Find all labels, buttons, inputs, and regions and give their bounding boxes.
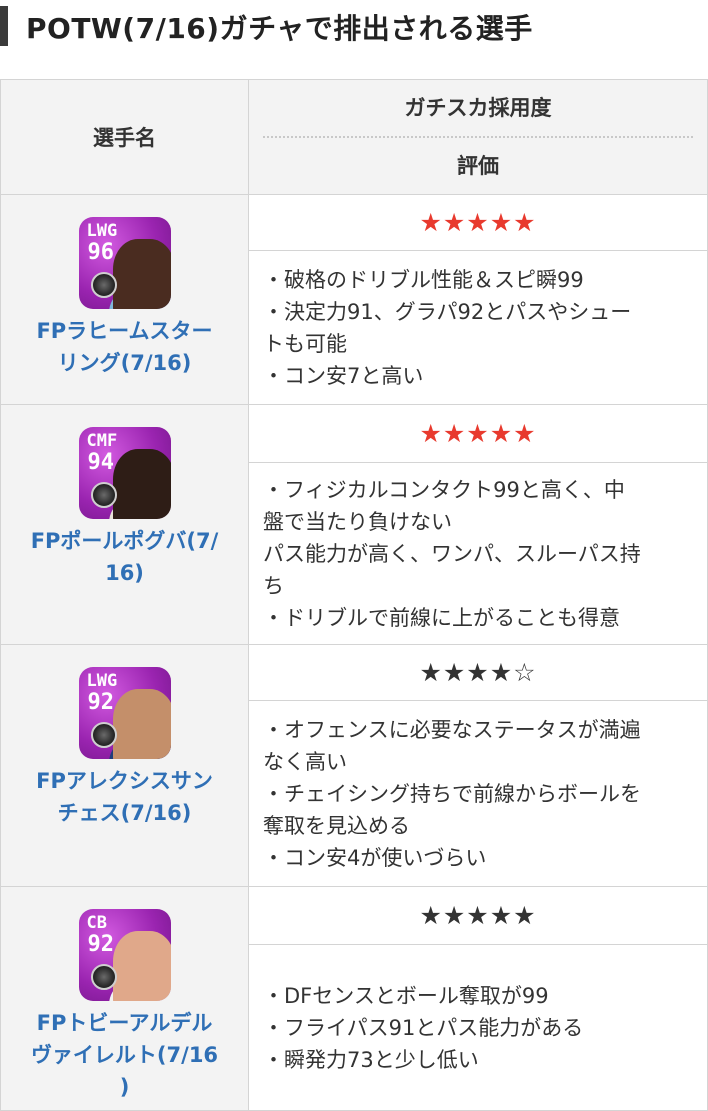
description-line: 盤で当たり負けない — [263, 509, 452, 534]
description-line: トも可能 — [263, 331, 347, 356]
card-position: LWG — [86, 671, 118, 691]
player-name-link[interactable]: FPラヒームスター リング(7/16) — [1, 315, 248, 379]
player-name-line: FPアレクシスサン — [36, 769, 213, 793]
column-header-player-name: 選手名 — [0, 79, 249, 195]
star-rating: ★★★★★ — [248, 404, 708, 463]
player-name-line: チェス(7/16) — [57, 801, 192, 825]
description-line: ・コン安7と高い — [263, 363, 424, 388]
description-line: ・破格のドリブル性能＆スピ瞬99 — [263, 267, 584, 292]
player-name-line: 16) — [105, 561, 144, 585]
card-badge-icon — [90, 482, 117, 508]
description-line: ・DFセンスとボール奪取が99 — [263, 983, 549, 1008]
card-badge-icon — [90, 272, 117, 298]
star-rating: ★★★★★ — [248, 194, 708, 251]
player-name-link[interactable]: FPポールポグバ(7/ 16) — [1, 525, 248, 589]
player-name-line: ) — [119, 1075, 130, 1099]
card-rating: 94 — [87, 450, 115, 475]
player-card-image: CB 92 — [78, 909, 171, 1001]
player-card-image: LWG 92 — [78, 667, 171, 759]
player-name-line: ヴァイレルト(7/16 — [30, 1043, 219, 1067]
description-line: ・決定力91、グラパ92とパスやシュー — [263, 299, 632, 324]
description-line: ・チェイシング持ちで前線からボールを — [263, 781, 641, 806]
player-name-line: FPトビーアルデル — [36, 1011, 213, 1035]
card-rating: 92 — [87, 932, 115, 957]
card-badge-icon — [90, 722, 117, 748]
section-title: POTW(7/16)ガチャで排出される選手 — [26, 12, 533, 45]
player-cell: LWG 96 FPラヒームスター リング(7/16) — [0, 194, 249, 405]
column-header-usage: ガチスカ採用度 — [263, 80, 693, 138]
description-line: ・ドリブルで前線に上がることも得意 — [263, 605, 620, 630]
description-line: なく高い — [263, 749, 347, 774]
player-cell: CMF 94 FPポールポグバ(7/ 16) — [0, 404, 249, 645]
column-header-rating: 評価 — [457, 154, 499, 178]
card-position: CMF — [86, 431, 118, 451]
player-card-image: LWG 96 — [78, 217, 171, 309]
column-header-usage-rating: ガチスカ採用度 評価 — [248, 79, 708, 195]
player-table: 選手名 ガチスカ採用度 評価 LWG 96 FPラヒームスター リング(7/16… — [0, 79, 708, 1111]
player-description: ・破格のドリブル性能＆スピ瞬99 ・決定力91、グラパ92とパスやシュー トも可… — [248, 250, 708, 405]
card-rating: 92 — [87, 690, 115, 715]
player-description: ・DFセンスとボール奪取が99 ・フライパス91とパス能力がある ・瞬発力73と… — [248, 944, 708, 1111]
description-line: パス能力が高く、ワンパ、スルーパス持 — [263, 541, 641, 566]
player-name-line: FPポールポグバ(7/ — [30, 529, 219, 553]
player-name-link[interactable]: FPトビーアルデル ヴァイレルト(7/16 ) — [1, 1007, 248, 1103]
player-cell: CB 92 FPトビーアルデル ヴァイレルト(7/16 ) — [0, 886, 249, 1111]
description-line: ・瞬発力73と少し低い — [263, 1047, 479, 1072]
player-name-link[interactable]: FPアレクシスサン チェス(7/16) — [1, 765, 248, 829]
description-line: ・フィジカルコンタクト99と高く、中 — [263, 477, 625, 502]
description-line: ち — [263, 573, 284, 598]
description-line: ・オフェンスに必要なステータスが満遍 — [263, 717, 641, 742]
star-rating: ★★★★☆ — [248, 644, 708, 701]
player-name-line: リング(7/16) — [57, 351, 192, 375]
card-position: LWG — [86, 221, 118, 241]
card-position: CB — [86, 913, 107, 933]
player-description: ・フィジカルコンタクト99と高く、中 盤で当たり負けない パス能力が高く、ワンパ… — [248, 462, 708, 645]
player-name-line: FPラヒームスター — [36, 319, 213, 343]
description-line: ・フライパス91とパス能力がある — [263, 1015, 584, 1040]
description-line: 奪取を見込める — [263, 813, 410, 838]
card-badge-icon — [90, 964, 117, 990]
section-heading: POTW(7/16)ガチャで排出される選手 — [0, 0, 708, 64]
heading-accent-bar — [0, 6, 8, 46]
card-rating: 96 — [87, 240, 115, 265]
player-card-image: CMF 94 — [78, 427, 171, 519]
player-description: ・オフェンスに必要なステータスが満遍 なく高い ・チェイシング持ちで前線からボー… — [248, 700, 708, 887]
description-line: ・コン安4が使いづらい — [263, 845, 487, 870]
star-rating: ★★★★★ — [248, 886, 708, 945]
player-cell: LWG 92 FPアレクシスサン チェス(7/16) — [0, 644, 249, 887]
